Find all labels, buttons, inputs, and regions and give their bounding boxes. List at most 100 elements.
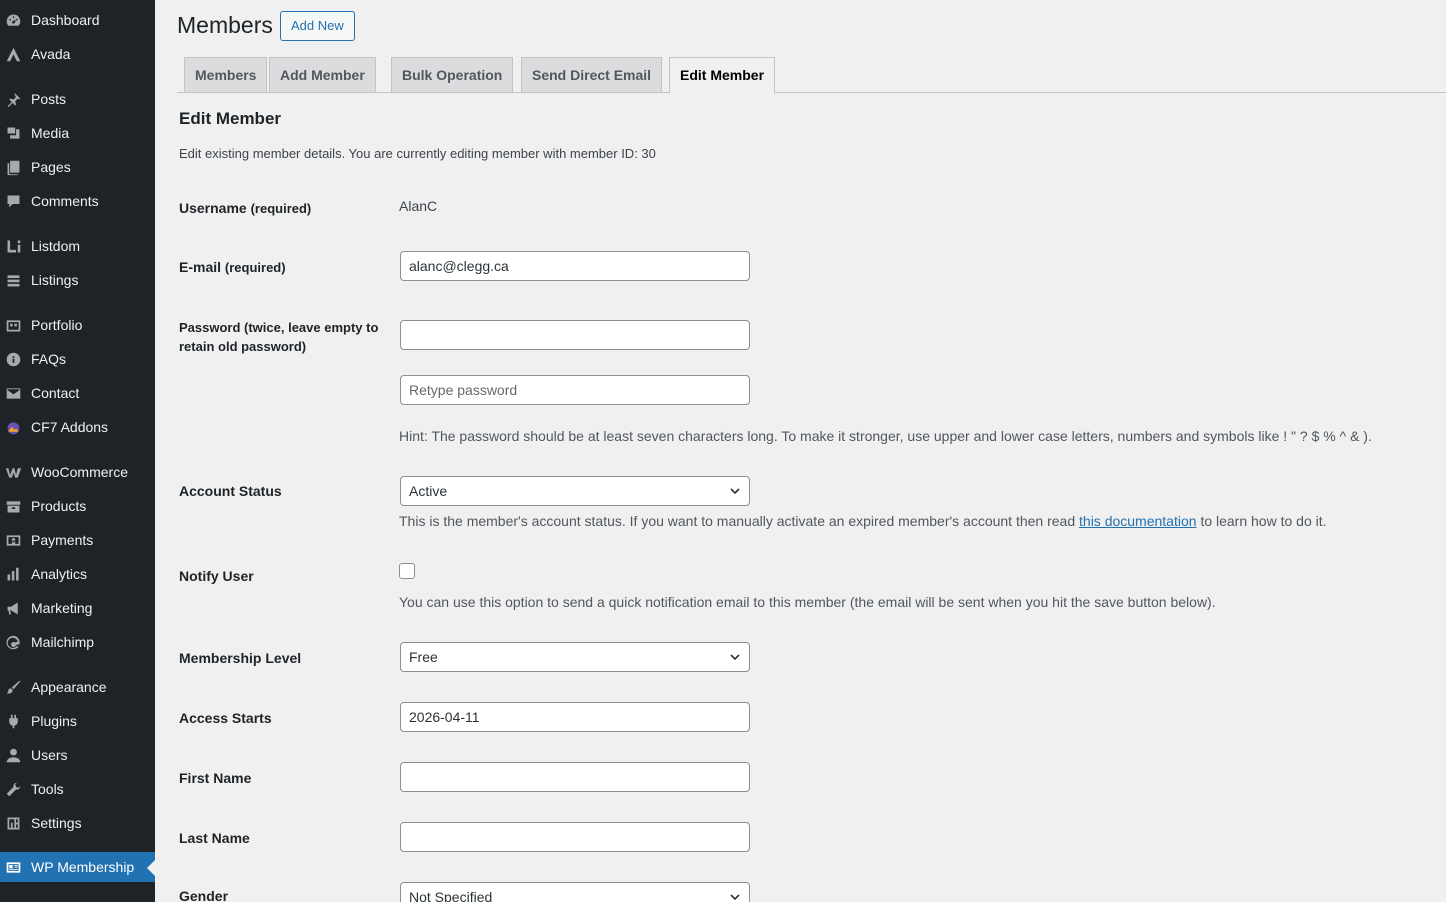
- membership-level-label: Membership Level: [179, 650, 302, 666]
- woocommerce-icon: [4, 463, 22, 481]
- notify-user-hint: You can use this option to send a quick …: [399, 594, 1216, 610]
- retype-password-field[interactable]: [400, 375, 750, 405]
- sidebar-item-label: Products: [31, 498, 87, 514]
- sidebar-item-analytics[interactable]: Analytics: [0, 559, 155, 589]
- chevron-down-icon: [730, 894, 740, 901]
- mailchimp-icon: [4, 633, 22, 651]
- sidebar-item-payments[interactable]: Payments: [0, 525, 155, 555]
- sidebar-item-listings[interactable]: Listings: [0, 265, 155, 295]
- sidebar-item-comments[interactable]: Comments: [0, 186, 155, 216]
- sidebar-item-label: Analytics: [31, 566, 88, 582]
- membership-level-value: Free: [409, 649, 438, 665]
- sidebar-item-faqs[interactable]: FAQs: [0, 344, 155, 374]
- account-status-label: Account Status: [179, 483, 282, 499]
- sidebar-item-wp-membership[interactable]: WP Membership: [0, 852, 155, 882]
- username-value: AlanC: [399, 198, 438, 214]
- username-label: Username (required): [179, 200, 312, 216]
- email-field[interactable]: [400, 251, 750, 281]
- user-icon: [4, 746, 22, 764]
- section-description: Edit existing member details. You are cu…: [179, 146, 656, 161]
- account-status-value: Active: [409, 483, 448, 499]
- sidebar-item-label: Users: [31, 747, 68, 763]
- tab-members[interactable]: Members: [184, 57, 268, 93]
- password-label: Password (twice, leave empty to retain o…: [179, 320, 379, 354]
- access-starts-label: Access Starts: [179, 710, 272, 726]
- gender-select[interactable]: Not Specified: [400, 882, 750, 902]
- portfolio-icon: [4, 316, 22, 334]
- megaphone-icon: [4, 599, 22, 617]
- archive-icon: [4, 497, 22, 515]
- sidebar-item-label: Contact: [31, 385, 80, 401]
- sidebar-item-contact[interactable]: Contact: [0, 378, 155, 408]
- first-name-field[interactable]: [400, 762, 750, 792]
- chevron-down-icon: [730, 654, 740, 661]
- dashboard-icon: [4, 11, 22, 29]
- pin-icon: [4, 90, 22, 108]
- sidebar-item-label: WooCommerce: [31, 464, 128, 480]
- sidebar-item-label: Tools: [31, 781, 64, 797]
- email-label: E-mail (required): [179, 259, 286, 275]
- wrench-icon: [4, 780, 22, 798]
- sidebar-item-label: Media: [31, 125, 70, 141]
- paintbrush-icon: [4, 678, 22, 696]
- sidebar-item-label: Portfolio: [31, 317, 83, 333]
- sidebar-item-portfolio[interactable]: Portfolio: [0, 310, 155, 340]
- sidebar-item-label: FAQs: [31, 351, 67, 367]
- page-title: Members: [177, 12, 273, 38]
- sidebar-item-label: Posts: [31, 91, 67, 107]
- comment-icon: [4, 192, 22, 210]
- sidebar-item-label: Marketing: [31, 600, 93, 616]
- sidebar-item-dashboard[interactable]: Dashboard: [0, 5, 155, 35]
- notify-user-checkbox[interactable]: [399, 563, 415, 579]
- nav-tabs: Members Add Member Bulk Operation Send D…: [177, 57, 1446, 94]
- last-name-label: Last Name: [179, 830, 250, 846]
- sidebar-item-products[interactable]: Products: [0, 491, 155, 521]
- last-name-field[interactable]: [400, 822, 750, 852]
- gender-value: Not Specified: [409, 889, 493, 902]
- sidebar-item-media[interactable]: Media: [0, 118, 155, 148]
- sidebar-item-mailchimp[interactable]: Mailchimp: [0, 627, 155, 657]
- sidebar-item-avada[interactable]: Avada: [0, 39, 155, 69]
- sidebar-item-plugins[interactable]: Plugins: [0, 706, 155, 736]
- sidebar-item-users[interactable]: Users: [0, 740, 155, 770]
- mail-icon: [4, 384, 22, 402]
- sidebar-item-woocommerce[interactable]: WooCommerce: [0, 457, 155, 487]
- tab-bulk-operation[interactable]: Bulk Operation: [391, 57, 514, 93]
- sidebar-item-label: Payments: [31, 532, 94, 548]
- documentation-link[interactable]: this documentation: [1079, 513, 1197, 529]
- password-field[interactable]: [400, 320, 750, 350]
- sidebar-item-appearance[interactable]: Appearance: [0, 672, 155, 702]
- cf7-addons-icon: [4, 418, 22, 436]
- sidebar-item-marketing[interactable]: Marketing: [0, 593, 155, 623]
- sidebar-item-posts[interactable]: Posts: [0, 84, 155, 114]
- tab-send-direct-email[interactable]: Send Direct Email: [521, 57, 663, 93]
- sidebar-item-label: WP Membership: [31, 859, 135, 875]
- chevron-down-icon: [730, 488, 740, 495]
- sidebar-item-label: Pages: [31, 159, 71, 175]
- section-title: Edit Member: [179, 109, 282, 128]
- sidebar-item-label: Mailchimp: [31, 634, 95, 650]
- sidebar-item-label: Listings: [31, 272, 79, 288]
- payments-icon: [4, 531, 22, 549]
- avada-icon: [4, 45, 22, 63]
- add-new-button[interactable]: Add New: [280, 11, 355, 41]
- sidebar-item-listdom[interactable]: Listdom: [0, 231, 155, 261]
- sidebar-item-label: Plugins: [31, 713, 77, 729]
- sidebar-item-settings[interactable]: Settings: [0, 808, 155, 838]
- membership-level-select[interactable]: Free: [400, 642, 750, 672]
- sidebar-item-label: Comments: [31, 193, 99, 209]
- sidebar-item-cf7-addons[interactable]: CF7 Addons: [0, 412, 155, 442]
- sidebar-item-tools[interactable]: Tools: [0, 774, 155, 804]
- plugin-icon: [4, 712, 22, 730]
- listings-icon: [4, 271, 22, 289]
- sidebar-item-pages[interactable]: Pages: [0, 152, 155, 182]
- gender-label: Gender: [179, 888, 229, 902]
- sidebar-item-label: Listdom: [31, 238, 81, 254]
- pages-icon: [4, 158, 22, 176]
- account-status-select[interactable]: Active: [400, 476, 750, 506]
- main-content: Members Add New Members Add Member Bulk …: [155, 0, 1446, 902]
- tab-edit-member[interactable]: Edit Member: [669, 57, 776, 94]
- access-starts-field[interactable]: [400, 702, 750, 732]
- sidebar-item-label: Avada: [31, 46, 71, 62]
- tab-add-member[interactable]: Add Member: [269, 57, 376, 93]
